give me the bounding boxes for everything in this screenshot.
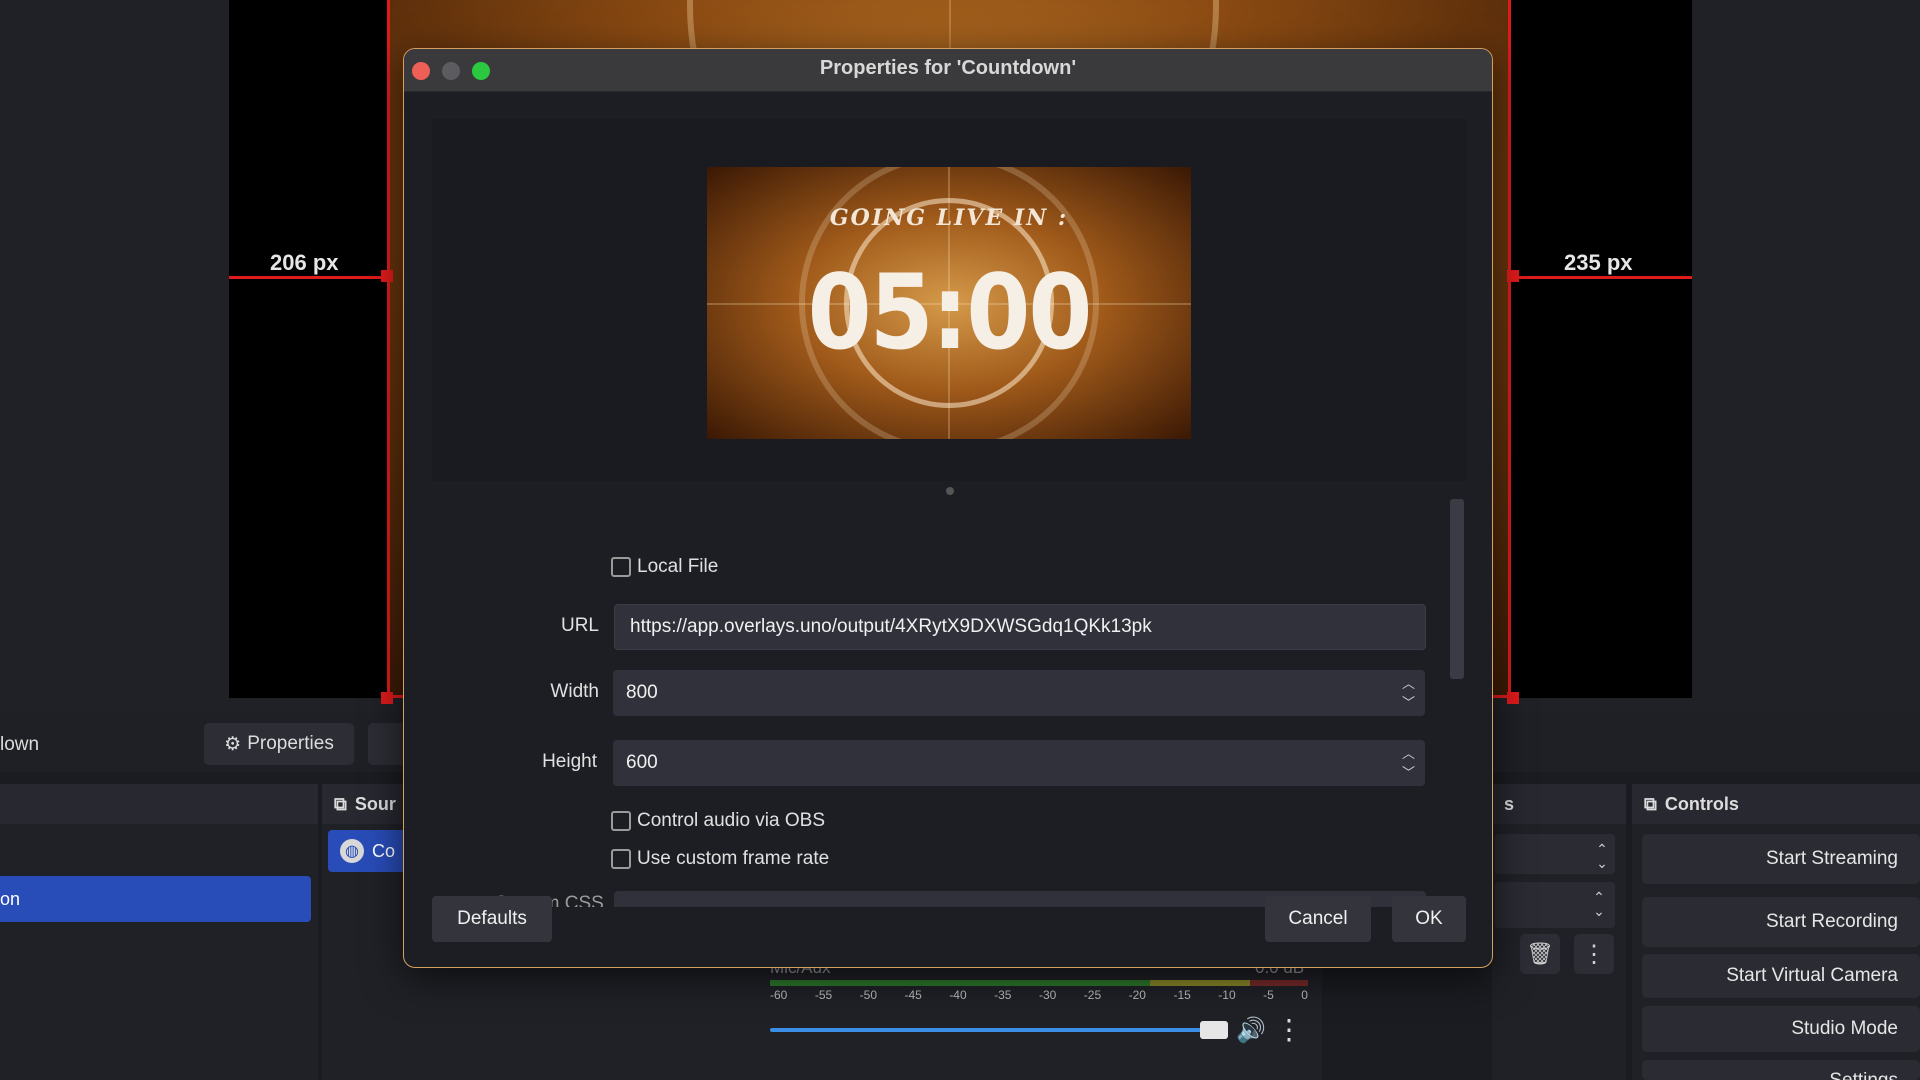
audio-mixer-dock xyxy=(762,950,1322,1080)
control-audio-label: Control audio via OBS xyxy=(637,810,825,831)
chevron-down-icon[interactable]: ﹀ xyxy=(1402,763,1415,782)
settings-button[interactable]: Settings xyxy=(1642,1060,1920,1080)
url-label: URL xyxy=(560,615,599,636)
transitions-dock-title: s xyxy=(1504,793,1515,814)
meter-tick: -20 xyxy=(1128,988,1146,1002)
height-value: 600 xyxy=(626,752,658,773)
mixer-menu-icon[interactable]: ⋮ xyxy=(1275,1016,1303,1044)
cancel-button[interactable]: Cancel xyxy=(1265,896,1371,942)
chevron-up-icon[interactable]: ︿ xyxy=(1402,744,1415,763)
meter-tick: -25 xyxy=(1083,988,1102,1002)
speaker-icon[interactable]: 🔊 xyxy=(1236,1016,1266,1045)
width-value: 800 xyxy=(626,682,658,703)
custom-fps-checkbox[interactable] xyxy=(611,849,631,869)
preview-heading: GOING LIVE IN : xyxy=(829,205,1069,231)
form-scrollbar[interactable] xyxy=(1450,499,1464,679)
right-distance-guide xyxy=(1511,276,1692,279)
dock-window-icon: ⧉ xyxy=(334,793,347,814)
volume-slider-handle[interactable] xyxy=(1200,1021,1228,1039)
meter-tick: -55 xyxy=(814,988,833,1002)
volume-meter xyxy=(770,980,1308,986)
sources-dock-title: Sour xyxy=(354,793,396,814)
local-file-checkbox[interactable] xyxy=(611,557,631,577)
transitions-dock: s xyxy=(1492,784,1626,1080)
scenes-dock-header xyxy=(0,784,318,824)
globe-icon: ◍ xyxy=(340,839,364,863)
meter-tick: -45 xyxy=(904,988,922,1002)
width-stepper[interactable]: ︿ ﹀ xyxy=(1402,674,1415,712)
studio-mode-button[interactable]: Studio Mode xyxy=(1642,1006,1920,1052)
properties-dialog: Properties for 'Countdown' GOING LIVE IN… xyxy=(403,48,1493,968)
control-audio-row[interactable]: Control audio via OBS xyxy=(611,810,825,832)
current-source-name: lown xyxy=(0,734,40,755)
splitter-handle[interactable] xyxy=(946,487,954,495)
resize-handle-bottom-left[interactable] xyxy=(381,692,393,704)
gear-icon: ⚙ xyxy=(224,733,242,755)
trash-icon[interactable]: 🗑 xyxy=(1520,934,1560,974)
source-item-label: Co xyxy=(372,840,396,861)
meter-tick: -35 xyxy=(994,988,1012,1002)
dock-window-icon: ⧉ xyxy=(1644,793,1657,814)
url-input[interactable]: https://app.overlays.uno/output/4XRytX9D… xyxy=(614,604,1426,650)
transition-menu-icon[interactable]: ⋮ xyxy=(1574,934,1614,974)
dialog-title: Properties for 'Countdown' xyxy=(819,57,1077,79)
countdown-preview-image: GOING LIVE IN : 05:00 xyxy=(707,167,1191,439)
controls-dock-header: ⧉ Controls xyxy=(1632,784,1920,824)
meter-tick: -50 xyxy=(859,988,877,1002)
ok-button[interactable]: OK xyxy=(1392,896,1466,942)
control-audio-checkbox[interactable] xyxy=(611,811,631,831)
meter-tick: -60 xyxy=(770,988,788,1002)
height-spinbox[interactable]: 600 ︿ ﹀ xyxy=(613,740,1425,786)
custom-fps-label: Use custom frame rate xyxy=(637,848,830,869)
meter-tick: -40 xyxy=(949,988,967,1002)
left-guide-label: 206 px xyxy=(270,250,339,275)
right-guide-label: 235 px xyxy=(1564,250,1633,275)
properties-form: Local File URL https://app.overlays.uno/… xyxy=(404,497,1464,907)
properties-button[interactable]: ⚙ Properties xyxy=(204,723,354,765)
transition-stepper-icon[interactable]: ⌃ ⌄ xyxy=(1591,842,1613,870)
filters-button[interactable] xyxy=(368,723,408,765)
width-spinbox[interactable]: 800 ︿ ﹀ xyxy=(613,670,1425,716)
scenes-dock xyxy=(0,784,318,1080)
start-streaming-button[interactable]: Start Streaming xyxy=(1642,834,1920,884)
height-label: Height xyxy=(542,751,597,772)
width-label: Width xyxy=(550,681,599,702)
meter-tick: -30 xyxy=(1038,988,1057,1002)
local-file-label: Local File xyxy=(637,556,719,577)
chevron-up-icon[interactable]: ︿ xyxy=(1402,674,1415,693)
properties-button-label: Properties xyxy=(247,733,334,754)
chevron-down-icon[interactable]: ﹀ xyxy=(1402,693,1415,712)
dialog-titlebar[interactable]: Properties for 'Countdown' xyxy=(404,49,1492,92)
meter-tick: 0 xyxy=(1301,988,1308,1002)
meter-tick: -5 xyxy=(1263,988,1274,1002)
preview-countdown-time: 05:00 xyxy=(807,252,1093,373)
duration-stepper-icon[interactable]: ⌃ ⌄ xyxy=(1588,890,1610,918)
left-distance-guide xyxy=(229,276,387,279)
transitions-dock-header: s xyxy=(1492,784,1626,824)
controls-dock-title: Controls xyxy=(1664,793,1739,814)
start-virtual-camera-button[interactable]: Start Virtual Camera xyxy=(1642,954,1920,998)
resize-handle-bottom-right[interactable] xyxy=(1507,692,1519,704)
local-file-row[interactable]: Local File xyxy=(611,556,718,578)
defaults-button[interactable]: Defaults xyxy=(432,896,552,942)
start-recording-button[interactable]: Start Recording xyxy=(1642,897,1920,947)
height-stepper[interactable]: ︿ ﹀ xyxy=(1402,744,1415,782)
url-input-value: https://app.overlays.uno/output/4XRytX9D… xyxy=(630,616,1152,637)
meter-tick: -10 xyxy=(1218,988,1236,1002)
scene-item-label: on xyxy=(0,888,21,909)
meter-tick: -15 xyxy=(1173,988,1191,1002)
scene-item-selected[interactable]: on xyxy=(0,876,311,922)
meter-ticks: -60 -55 -50 -45 -40 -35 -30 -25 -20 -15 … xyxy=(770,988,1308,1002)
volume-slider-track[interactable] xyxy=(770,1028,1210,1032)
custom-fps-row[interactable]: Use custom frame rate xyxy=(611,848,829,870)
